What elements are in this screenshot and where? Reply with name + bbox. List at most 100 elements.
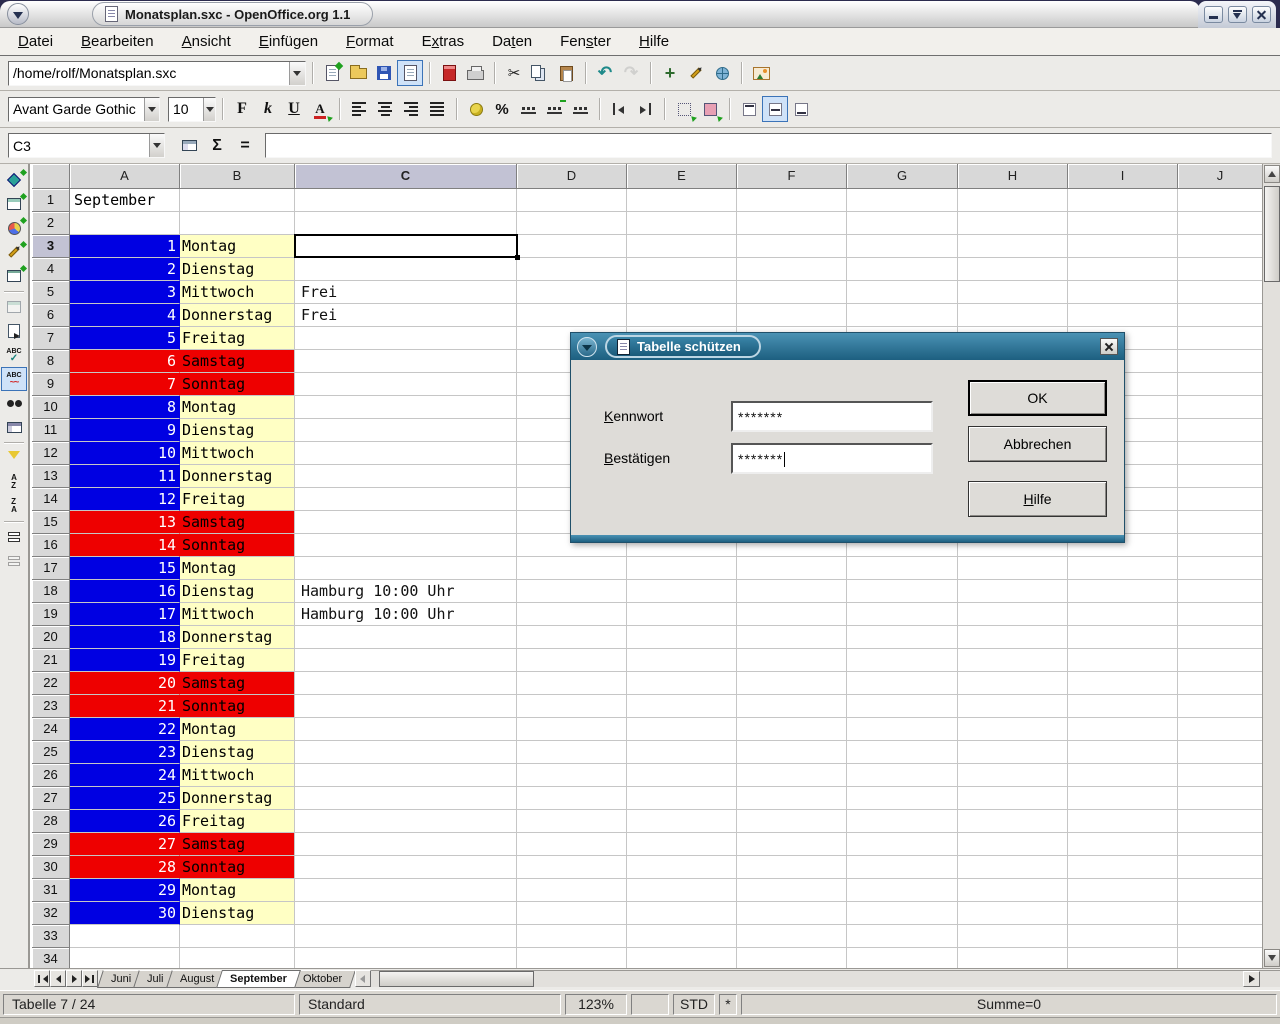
last-sheet-button[interactable]: [82, 970, 98, 987]
save-button[interactable]: [371, 60, 397, 86]
cell-G30[interactable]: [847, 856, 958, 879]
autoformat-button[interactable]: [1, 295, 27, 319]
cell-G28[interactable]: [847, 810, 958, 833]
confirm-input[interactable]: *******: [731, 443, 933, 474]
cell-F21[interactable]: [737, 649, 847, 672]
cell-B31[interactable]: Montag: [180, 879, 295, 902]
cell-F6[interactable]: [737, 304, 847, 327]
row-header-28[interactable]: 28: [32, 810, 70, 833]
cell-D19[interactable]: [517, 603, 627, 626]
row-header-13[interactable]: 13: [32, 465, 70, 488]
cell-A4[interactable]: 2: [70, 258, 180, 281]
cell-J23[interactable]: [1178, 695, 1262, 718]
menu-daten[interactable]: Daten: [478, 29, 546, 54]
cell-F19[interactable]: [737, 603, 847, 626]
align-left-button[interactable]: [346, 96, 372, 122]
cell-B13[interactable]: Donnerstag: [180, 465, 295, 488]
paste-button[interactable]: [553, 60, 579, 86]
scroll-down-button[interactable]: [1264, 949, 1280, 967]
cell-A2[interactable]: [70, 212, 180, 235]
formula-input-line[interactable]: [265, 133, 1272, 158]
cell-J3[interactable]: [1178, 235, 1262, 258]
cell-H5[interactable]: [958, 281, 1068, 304]
cell-C34[interactable]: [295, 948, 517, 968]
cell-G26[interactable]: [847, 764, 958, 787]
cell-I34[interactable]: [1068, 948, 1178, 968]
redo-button[interactable]: [618, 60, 644, 86]
vertical-scrollbar[interactable]: [1262, 164, 1280, 968]
close-button[interactable]: [1252, 6, 1271, 23]
cell-D27[interactable]: [517, 787, 627, 810]
cell-E20[interactable]: [627, 626, 737, 649]
cell-reference-input[interactable]: [9, 135, 149, 156]
name-box-dropdown-button[interactable]: [149, 134, 164, 157]
cell-B19[interactable]: Mittwoch: [180, 603, 295, 626]
cell-G32[interactable]: [847, 902, 958, 925]
cell-H20[interactable]: [958, 626, 1068, 649]
form-functions-button[interactable]: [1, 264, 27, 288]
cell-B5[interactable]: Mittwoch: [180, 281, 295, 304]
cell-G3[interactable]: [847, 235, 958, 258]
horizontal-scrollbar-thumb[interactable]: [379, 971, 534, 987]
function-button[interactable]: =: [231, 133, 259, 159]
cell-D20[interactable]: [517, 626, 627, 649]
cell-H25[interactable]: [958, 741, 1068, 764]
cell-E32[interactable]: [627, 902, 737, 925]
row-header-30[interactable]: 30: [32, 856, 70, 879]
autopilot-button[interactable]: [683, 60, 709, 86]
cell-I5[interactable]: [1068, 281, 1178, 304]
cell-C28[interactable]: [295, 810, 517, 833]
cell-D5[interactable]: [517, 281, 627, 304]
cell-E5[interactable]: [627, 281, 737, 304]
font-color-button[interactable]: A: [307, 96, 333, 122]
cell-J15[interactable]: [1178, 511, 1262, 534]
cell-E25[interactable]: [627, 741, 737, 764]
cell-H32[interactable]: [958, 902, 1068, 925]
cell-J25[interactable]: [1178, 741, 1262, 764]
row-header-9[interactable]: 9: [32, 373, 70, 396]
cell-E30[interactable]: [627, 856, 737, 879]
cell-A6[interactable]: 4: [70, 304, 180, 327]
menu-fenster[interactable]: Fenster: [546, 29, 625, 54]
cell-A12[interactable]: 10: [70, 442, 180, 465]
menu-bearbeiten[interactable]: Bearbeiten: [67, 29, 168, 54]
column-header-A[interactable]: A: [70, 164, 180, 189]
cell-H24[interactable]: [958, 718, 1068, 741]
cell-J1[interactable]: [1178, 189, 1262, 212]
cell-B27[interactable]: Donnerstag: [180, 787, 295, 810]
underline-button[interactable]: U: [281, 96, 307, 122]
cell-F32[interactable]: [737, 902, 847, 925]
horizontal-scrollbar[interactable]: [371, 970, 1280, 987]
row-header-10[interactable]: 10: [32, 396, 70, 419]
dialog-close-button[interactable]: [1100, 338, 1118, 355]
scroll-right-button[interactable]: [1243, 971, 1260, 987]
menu-einfgen[interactable]: Einfügen: [245, 29, 332, 54]
cancel-button[interactable]: Abbrechen: [968, 426, 1107, 462]
cell-E17[interactable]: [627, 557, 737, 580]
cell-E26[interactable]: [627, 764, 737, 787]
cell-G1[interactable]: [847, 189, 958, 212]
cell-J19[interactable]: [1178, 603, 1262, 626]
align-top-button[interactable]: [736, 96, 762, 122]
menu-ansicht[interactable]: Ansicht: [168, 29, 245, 54]
cell-F4[interactable]: [737, 258, 847, 281]
cell-H30[interactable]: [958, 856, 1068, 879]
column-header-B[interactable]: B: [180, 164, 295, 189]
row-header-12[interactable]: 12: [32, 442, 70, 465]
cell-J31[interactable]: [1178, 879, 1262, 902]
cell-C16[interactable]: [295, 534, 517, 557]
cell-B24[interactable]: Montag: [180, 718, 295, 741]
new-document-button[interactable]: [319, 60, 345, 86]
font-size-input[interactable]: [169, 99, 203, 120]
cell-F28[interactable]: [737, 810, 847, 833]
function-wizard-button[interactable]: [175, 133, 203, 159]
italic-button[interactable]: k: [255, 96, 281, 122]
cell-A17[interactable]: 15: [70, 557, 180, 580]
font-name-dropdown-button[interactable]: [144, 98, 159, 121]
borders-button[interactable]: [671, 96, 697, 122]
cell-I23[interactable]: [1068, 695, 1178, 718]
themes-button[interactable]: [1, 319, 27, 343]
row-header-27[interactable]: 27: [32, 787, 70, 810]
cell-I21[interactable]: [1068, 649, 1178, 672]
cell-G27[interactable]: [847, 787, 958, 810]
